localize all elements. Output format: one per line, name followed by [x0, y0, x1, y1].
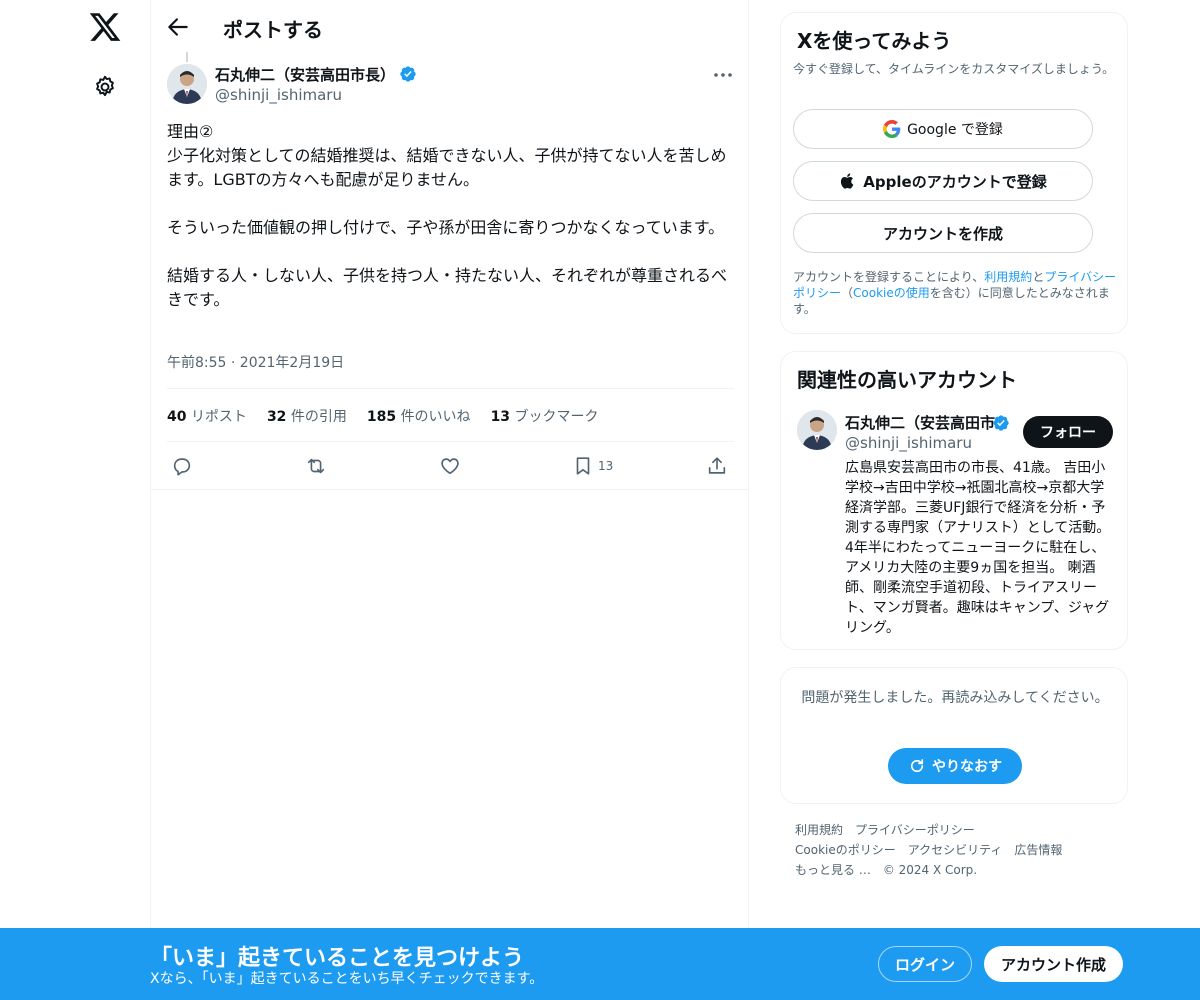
apple-logo-icon: [841, 173, 854, 189]
share-button[interactable]: [706, 452, 728, 480]
bookmark-count: 13: [598, 459, 614, 473]
heart-icon: [441, 458, 459, 475]
page-title: ポストする: [223, 18, 323, 42]
left-nav: [0, 0, 150, 1000]
refresh-icon: [910, 759, 924, 773]
verified-badge-icon: [993, 415, 1009, 431]
banner-subtitle: Xなら、「いま」起きていることをいち早くチェックできます。: [150, 971, 544, 987]
related-account-bio: 広島県安芸高田市の市長、41歳。 吉田小学校→吉田中学校→祇園北高校→京都大学経…: [845, 460, 1111, 636]
footer-link-cookie[interactable]: Cookieのポリシー: [795, 843, 896, 857]
avatar[interactable]: [167, 64, 207, 104]
google-logo-icon: [883, 120, 901, 138]
reply-icon: [173, 458, 191, 476]
cookie-link[interactable]: Cookieの使用: [853, 286, 930, 300]
google-signup-label: Google で登録: [907, 122, 1003, 138]
repost-button[interactable]: [305, 452, 327, 480]
arrow-left-icon[interactable]: [165, 14, 191, 40]
error-message: 問題が発生しました。再読み込みしてください。: [801, 690, 1109, 706]
gear-icon[interactable]: [92, 74, 118, 100]
post-actions: 13: [167, 452, 737, 480]
footer-link-terms[interactable]: 利用規約: [795, 823, 843, 837]
signup-card: Xを使ってみよう 今すぐ登録して、タイムラインをカスタマイズしましょう。 Goo…: [780, 12, 1128, 334]
divider: [167, 388, 734, 389]
avatar[interactable]: [797, 410, 837, 450]
verified-badge-icon: [400, 66, 416, 82]
apple-signup-label: Appleのアカウントで登録: [863, 172, 1047, 191]
error-card: 問題が発生しました。再読み込みしてください。 やりなおす: [780, 667, 1128, 804]
retry-label: やりなおす: [932, 759, 1002, 775]
divider: [151, 489, 749, 490]
retry-button[interactable]: やりなおす: [888, 748, 1022, 784]
x-logo-icon[interactable]: [88, 10, 122, 44]
signup-subtitle: 今すぐ登録して、タイムラインをカスタマイズしましょう。: [793, 62, 1115, 76]
like-button[interactable]: [439, 452, 461, 480]
bookmark-button[interactable]: 13: [572, 452, 613, 480]
related-accounts-card: 関連性の高いアカウント 石丸伸二（安芸高田市長） @shinji_ishimar…: [780, 351, 1128, 650]
stat-bookmarks[interactable]: 13 ブックマーク: [491, 406, 599, 426]
more-options-icon[interactable]: [711, 64, 735, 86]
google-signup-button[interactable]: Google で登録: [793, 109, 1093, 149]
post-column: ポストする 石丸伸二（安芸高田市長） @shinji_ishimaru 理由② …: [150, 0, 749, 1000]
create-account-button[interactable]: アカウントを作成: [793, 213, 1093, 253]
post-stats: 40 リポスト 32 件の引用 185 件のいいね 13 ブックマーク: [167, 406, 599, 426]
author-name-text: 石丸伸二（安芸高田市長）: [215, 66, 396, 84]
apple-signup-button[interactable]: Appleのアカウントで登録: [793, 161, 1093, 201]
author-name[interactable]: 石丸伸二（安芸高田市長）: [215, 64, 417, 85]
divider: [167, 441, 734, 442]
create-account-label: アカウントを作成: [882, 224, 1003, 243]
banner-create-account-button[interactable]: アカウント作成: [984, 946, 1123, 982]
repost-icon: [307, 458, 325, 474]
follow-button[interactable]: フォロー: [1023, 416, 1113, 448]
copyright: © 2024 X Corp.: [882, 863, 978, 877]
related-account-name[interactable]: 石丸伸二（安芸高田市長）: [845, 412, 995, 433]
post-timestamp[interactable]: 午前8:55 · 2021年2月19日: [167, 352, 344, 372]
footer-link-ads[interactable]: 広告情報: [1014, 843, 1062, 857]
stat-quotes[interactable]: 32 件の引用: [267, 406, 347, 426]
stat-likes[interactable]: 185 件のいいね: [367, 406, 471, 426]
footer-link-privacy[interactable]: プライバシーポリシー: [855, 823, 975, 837]
related-account-handle[interactable]: @shinji_ishimaru: [845, 434, 972, 452]
author-handle[interactable]: @shinji_ishimaru: [215, 86, 342, 104]
signup-title: Xを使ってみよう: [797, 29, 952, 53]
terms-link[interactable]: 利用規約: [984, 270, 1032, 284]
stat-reposts[interactable]: 40 リポスト: [167, 406, 247, 426]
reply-button[interactable]: [171, 452, 193, 480]
footer-link-more[interactable]: もっと見る …: [795, 863, 871, 877]
signup-legal-text: アカウントを登録することにより、利用規約とプライバシーポリシー（Cookieの使…: [793, 270, 1117, 316]
bookmark-icon: [576, 457, 590, 475]
footer-links: 利用規約 プライバシーポリシー Cookieのポリシー アクセシビリティ 広告情報 も…: [795, 820, 1125, 880]
related-title: 関連性の高いアカウント: [797, 368, 1017, 392]
thread-line: [186, 52, 188, 62]
share-icon: [708, 457, 726, 474]
post-text: 理由② 少子化対策としての結婚推奨は、結婚できない人、子供が持てない人を苦しめま…: [167, 122, 728, 309]
footer-link-accessibility[interactable]: アクセシビリティ: [908, 843, 1003, 857]
top-bar: ポストする: [151, 0, 749, 53]
login-button[interactable]: ログイン: [878, 946, 972, 982]
